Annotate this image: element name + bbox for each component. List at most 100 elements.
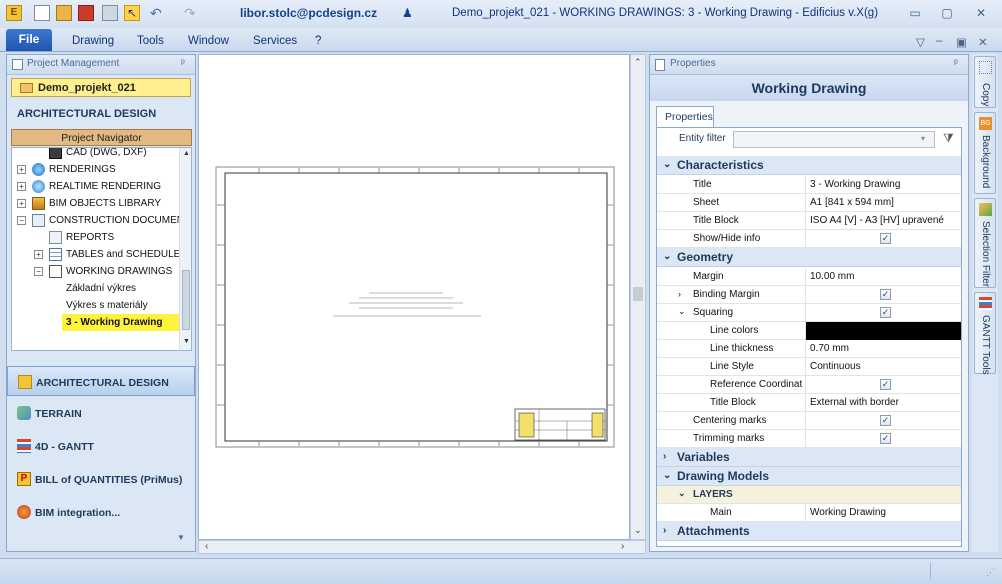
line-color-swatch[interactable] <box>805 322 961 340</box>
select-cursor-icon[interactable]: ↖ <box>124 5 140 21</box>
close-button[interactable]: ✕ <box>970 4 992 22</box>
category-geometry[interactable]: ⌄ Geometry <box>657 248 961 267</box>
doc-restore-icon[interactable]: ▣ <box>956 35 967 49</box>
undo-icon[interactable]: ↶ <box>150 5 166 21</box>
property-value[interactable]: 3 - Working Drawing <box>805 176 961 194</box>
tab-gantt-tools[interactable]: GANTT Tools <box>974 292 996 375</box>
expand-icon[interactable]: + <box>17 165 26 174</box>
module-bill-of-quantities[interactable]: P BILL of QUANTITIES (PriMus) <box>7 464 195 494</box>
resize-grip-icon[interactable]: ⋰ <box>986 567 995 578</box>
layers-group[interactable]: ⌄ LAYERS <box>657 486 961 504</box>
expand-icon[interactable]: › <box>678 289 681 299</box>
menu-services[interactable]: Services <box>253 35 297 47</box>
property-row[interactable]: Show/Hide info ✓ <box>657 230 961 248</box>
tab-properties[interactable]: Properties <box>656 106 714 128</box>
expand-icon[interactable]: + <box>34 250 43 259</box>
menu-drawing[interactable]: Drawing <box>72 35 114 47</box>
property-row[interactable]: Margin 10.00 mm <box>657 268 961 286</box>
pin-icon[interactable]: ᵖ <box>181 58 185 69</box>
project-item[interactable]: Demo_projekt_021 <box>11 78 191 97</box>
collapse-icon[interactable]: − <box>34 267 43 276</box>
ribbon-collapse-icon[interactable]: ▽ <box>916 35 925 49</box>
category-drawing-models[interactable]: ⌄ Drawing Models <box>657 467 961 486</box>
pin-icon[interactable]: ᵖ <box>954 58 958 69</box>
collapse-icon[interactable]: ⌄ <box>663 470 671 481</box>
category-characteristics[interactable]: ⌄ Characteristics <box>657 156 961 175</box>
save-icon[interactable] <box>78 5 94 21</box>
scroll-down-icon[interactable]: ▼ <box>183 338 190 345</box>
property-row[interactable]: Title 3 - Working Drawing <box>657 176 961 194</box>
property-row[interactable]: Main Working Drawing <box>657 504 961 522</box>
property-value[interactable]: Continuous <box>805 358 961 376</box>
property-row[interactable]: › Binding Margin ✓ <box>657 286 961 304</box>
file-menu[interactable]: File <box>6 29 52 51</box>
property-value[interactable]: 10.00 mm <box>805 268 961 286</box>
expand-icon[interactable]: + <box>17 182 26 191</box>
property-row[interactable]: Line colors <box>657 322 961 340</box>
property-value[interactable]: External with border <box>805 394 961 412</box>
scroll-thumb[interactable] <box>633 287 643 301</box>
module-architectural-design[interactable]: ARCHITECTURAL DESIGN <box>7 366 195 396</box>
module-terrain[interactable]: TERRAIN <box>7 398 195 428</box>
expand-icon[interactable]: + <box>17 199 26 208</box>
doc-minimize-icon[interactable]: – <box>936 35 942 47</box>
property-row[interactable]: Sheet A1 [841 x 594 mm] <box>657 194 961 212</box>
binding-margin-checkbox[interactable]: ✓ <box>880 289 891 300</box>
scroll-right-icon[interactable]: › <box>621 541 624 552</box>
tab-copy[interactable]: Copy <box>974 56 996 108</box>
squaring-checkbox[interactable]: ✓ <box>880 307 891 318</box>
entity-filter-select[interactable]: ▾ <box>733 131 935 148</box>
module-4d-gantt[interactable]: 4D - GANTT <box>7 431 195 461</box>
category-attachments[interactable]: › Attachments <box>657 522 961 541</box>
doc-close-icon[interactable]: ✕ <box>978 35 988 49</box>
property-row[interactable]: Line Style Continuous <box>657 358 961 376</box>
centering-marks-checkbox[interactable]: ✓ <box>880 415 891 426</box>
scroll-up-icon[interactable]: ⌃ <box>634 57 642 68</box>
open-folder-icon[interactable] <box>56 5 72 21</box>
scroll-thumb[interactable] <box>182 270 190 330</box>
property-value[interactable]: A1 [841 x 594 mm] <box>805 194 961 212</box>
collapse-icon[interactable]: ⌄ <box>678 488 686 499</box>
canvas-horizontal-scrollbar[interactable]: ‹ › <box>198 540 646 554</box>
filter-icon[interactable]: ⧩ <box>943 132 957 144</box>
user-account[interactable]: libor.stolc@pcdesign.cz <box>240 6 377 20</box>
project-navigator-header[interactable]: Project Navigator <box>11 129 192 146</box>
property-value[interactable]: ISO A4 [V] - A3 [HV] upravené <box>805 212 961 230</box>
menu-tools[interactable]: Tools <box>137 35 164 47</box>
tree-scrollbar[interactable]: ▲ ▼ <box>179 148 191 350</box>
tab-background[interactable]: BG Background <box>974 112 996 194</box>
expand-icon[interactable]: › <box>663 525 666 536</box>
property-row[interactable]: ⌄ Squaring ✓ <box>657 304 961 322</box>
new-file-icon[interactable] <box>34 5 50 21</box>
chevron-down-icon[interactable]: ▾ <box>921 134 925 143</box>
collapse-icon[interactable]: ⌄ <box>663 251 671 262</box>
module-bim-integration[interactable]: BIM integration... <box>7 497 195 527</box>
print-icon[interactable] <box>102 5 118 21</box>
collapse-icon[interactable]: ⌄ <box>663 159 671 170</box>
menu-window[interactable]: Window <box>188 35 229 47</box>
tab-selection-filter[interactable]: Selection Filter <box>974 198 996 288</box>
maximize-button[interactable]: ▢ <box>936 4 958 22</box>
property-row[interactable]: Title Block External with border <box>657 394 961 412</box>
scroll-down-icon[interactable]: ⌄ <box>634 525 642 536</box>
redo-icon[interactable]: ↷ <box>184 5 200 21</box>
scroll-up-icon[interactable]: ▲ <box>183 150 190 157</box>
menu-help[interactable]: ? <box>315 35 321 47</box>
property-row[interactable]: Title Block ISO A4 [V] - A3 [HV] upraven… <box>657 212 961 230</box>
show-hide-info-checkbox[interactable]: ✓ <box>880 233 891 244</box>
expand-icon[interactable]: › <box>663 451 666 462</box>
user-icon[interactable]: ♟ <box>402 5 418 21</box>
tree-item-selected-drawing[interactable]: 3 - Working Drawing <box>62 314 179 331</box>
collapse-icon[interactable]: − <box>17 216 26 225</box>
collapse-icon[interactable]: ⌄ <box>678 306 686 317</box>
trimming-marks-checkbox[interactable]: ✓ <box>880 433 891 444</box>
category-variables[interactable]: › Variables <box>657 448 961 467</box>
property-row[interactable]: Reference Coordinat ✓ <box>657 376 961 394</box>
property-value[interactable]: Working Drawing <box>805 504 961 522</box>
property-row[interactable]: Line thickness 0.70 mm <box>657 340 961 358</box>
reference-coordinates-checkbox[interactable]: ✓ <box>880 379 891 390</box>
property-row[interactable]: Trimming marks ✓ <box>657 430 961 448</box>
modules-dropdown-icon[interactable]: ▼ <box>177 533 185 542</box>
canvas-vertical-scrollbar[interactable]: ⌃ ⌄ <box>630 54 646 540</box>
scroll-left-icon[interactable]: ‹ <box>205 541 208 552</box>
